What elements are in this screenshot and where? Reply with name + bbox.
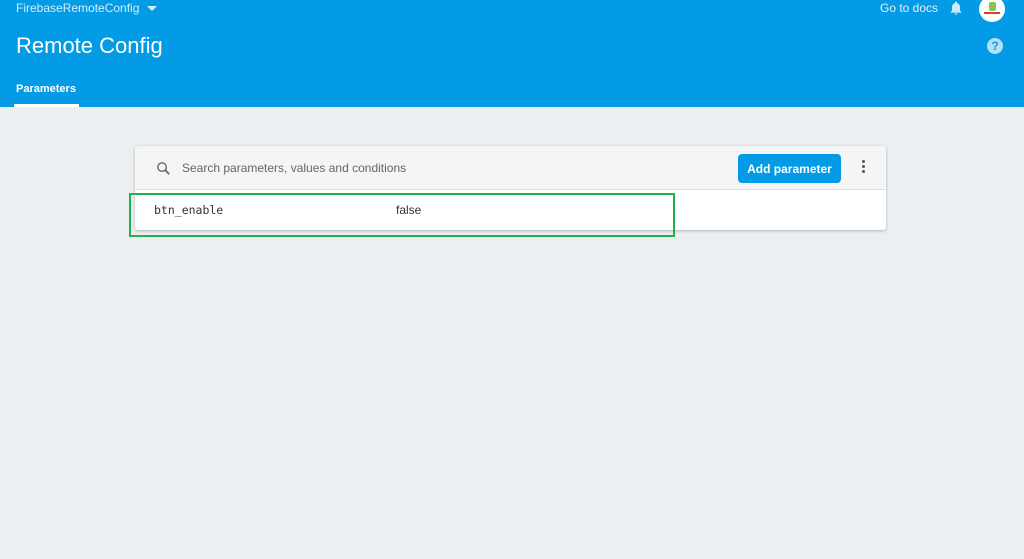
add-parameter-button[interactable]: Add parameter bbox=[738, 154, 841, 183]
go-to-docs-link[interactable]: Go to docs bbox=[880, 1, 938, 15]
bell-icon[interactable] bbox=[948, 0, 964, 16]
active-tab-indicator bbox=[14, 104, 79, 107]
project-name: FirebaseRemoteConfig bbox=[16, 1, 140, 15]
help-icon[interactable]: ? bbox=[987, 38, 1003, 54]
parameters-toolbar: Add parameter bbox=[135, 146, 886, 190]
project-selector[interactable]: FirebaseRemoteConfig bbox=[16, 1, 158, 15]
page-title: Remote Config bbox=[16, 33, 163, 58]
app-header: FirebaseRemoteConfig Remote Config Go to… bbox=[0, 0, 1024, 107]
search-icon bbox=[157, 162, 170, 175]
tab-parameters[interactable]: Parameters bbox=[16, 83, 76, 95]
more-options-icon[interactable] bbox=[859, 160, 867, 176]
avatar[interactable] bbox=[979, 0, 1005, 22]
search-input[interactable] bbox=[182, 158, 702, 178]
highlight-box bbox=[129, 193, 675, 237]
chevron-down-icon bbox=[147, 5, 158, 11]
